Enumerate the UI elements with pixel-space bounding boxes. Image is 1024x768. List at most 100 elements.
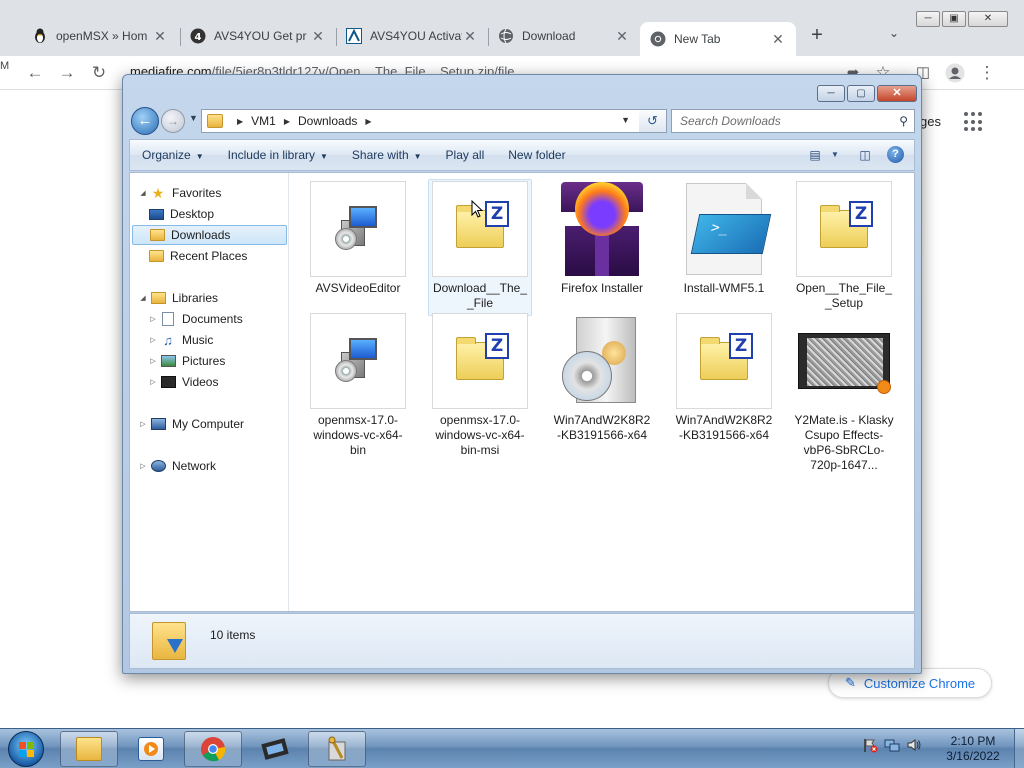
close-tab-icon[interactable]: ✕ <box>310 28 326 45</box>
chevron-down-icon: ▼ <box>195 152 204 161</box>
update-package-icon <box>554 313 650 409</box>
action-center-flag-icon[interactable] <box>862 737 878 753</box>
file-item[interactable]: Firefox Installer <box>552 181 652 296</box>
music-note-icon: ♫ <box>163 332 173 348</box>
search-input[interactable]: Search Downloads ⚲ <box>671 109 915 133</box>
collapsed-triangle-icon: ▷ <box>140 421 146 428</box>
tab-search-button[interactable]: ⌄ <box>884 26 904 46</box>
view-controls: ▤ ▼ ◫ ? <box>807 146 904 163</box>
start-button[interactable] <box>8 731 44 767</box>
nav-recent-places[interactable]: Recent Places <box>148 246 247 266</box>
file-item[interactable]: >_ Install-WMF5.1 <box>674 181 774 296</box>
clock-date: 3/16/2022 <box>946 749 1000 763</box>
show-desktop-button[interactable] <box>1014 729 1024 768</box>
close-tab-icon[interactable]: ✕ <box>614 28 630 45</box>
file-item[interactable]: openmsx-17.0-windows-vc-x64-bin <box>308 313 408 458</box>
new-tab-button[interactable]: + <box>806 24 828 46</box>
taskbar-media-player-button[interactable] <box>122 731 180 767</box>
nav-libraries[interactable]: ◢ Libraries <box>138 288 218 308</box>
explorer-minimize-button[interactable]: ─ <box>817 85 845 102</box>
search-icon[interactable]: ⚲ <box>899 110 908 132</box>
refresh-button[interactable]: ↺ <box>639 109 667 133</box>
file-item[interactable]: Z openmsx-17.0-windows-vc-x64-bin-msi <box>430 313 530 458</box>
avs-logo-icon <box>346 28 362 44</box>
breadcrumb-vm1[interactable]: VM1 <box>251 114 276 128</box>
taskbar-setup-button[interactable] <box>308 731 366 767</box>
explorer-address-bar[interactable]: ▶ VM1 ▶ Downloads ▶ ▼ <box>201 109 667 133</box>
powershell-script-icon: >_ <box>676 181 772 277</box>
tab-avs4you-get[interactable]: 4 AVS4YOU Get pr ✕ <box>180 22 336 50</box>
breadcrumb-downloads[interactable]: Downloads <box>298 114 357 128</box>
tab-title: AVS4YOU Activat <box>370 29 462 43</box>
explorer-close-button[interactable]: ✕ <box>877 85 917 102</box>
nav-desktop[interactable]: Desktop <box>148 204 214 224</box>
forward-arrow-icon[interactable]: → <box>56 62 78 84</box>
ntp-images-link[interactable]: ges <box>920 114 941 129</box>
nav-my-computer[interactable]: ▷ My Computer <box>138 414 244 434</box>
volume-icon[interactable] <box>906 737 922 753</box>
google-apps-icon[interactable] <box>964 112 984 132</box>
breadcrumb-arrow-icon[interactable]: ▶ <box>284 117 290 126</box>
zip-folder-icon: Z <box>796 181 892 277</box>
svg-text:4: 4 <box>195 32 202 43</box>
nav-documents[interactable]: ▷ Documents <box>148 309 243 329</box>
change-view-icon[interactable]: ▤ <box>807 147 823 163</box>
network-status-icon[interactable] <box>884 737 900 753</box>
zip-folder-icon: Z <box>432 313 528 409</box>
tab-download[interactable]: Download ✕ <box>488 22 640 50</box>
menu-kebab-icon[interactable]: ⋮ <box>976 62 998 84</box>
breadcrumb-arrow-icon[interactable]: ▶ <box>237 117 243 126</box>
globe-icon <box>498 28 514 44</box>
view-dropdown-icon[interactable]: ▼ <box>827 147 843 163</box>
share-with-button[interactable]: Share with ▼ <box>340 148 434 162</box>
file-item[interactable]: Z Download__The__File <box>428 179 532 316</box>
nav-downloads[interactable]: Downloads <box>132 225 287 245</box>
nav-videos[interactable]: ▷ Videos <box>148 372 218 392</box>
nav-music[interactable]: ▷ ♫ Music <box>148 330 213 350</box>
taskbar-chrome-button[interactable] <box>184 731 242 767</box>
close-tab-icon[interactable]: ✕ <box>770 31 786 48</box>
tab-openmsx[interactable]: openMSX » Hom ✕ <box>22 22 178 50</box>
system-clock[interactable]: 2:10 PM 3/16/2022 <box>934 734 1012 764</box>
nav-pictures[interactable]: ▷ Pictures <box>148 351 225 371</box>
chrome-close-button[interactable]: ✕ <box>968 11 1008 27</box>
file-list: AVSVideoEditor Z Download__The__File Fir… <box>290 173 914 611</box>
back-button[interactable]: ← <box>131 107 159 135</box>
tab-avs4you-activate[interactable]: AVS4YOU Activat ✕ <box>336 22 488 50</box>
close-tab-icon[interactable]: ✕ <box>152 28 168 45</box>
taskbar-movie-maker-button[interactable] <box>246 731 304 767</box>
back-arrow-icon[interactable]: ← <box>24 62 46 84</box>
breadcrumb-arrow-icon[interactable]: ▶ <box>365 117 371 126</box>
explorer-maximize-button[interactable]: ▢ <box>847 85 875 102</box>
profile-avatar-icon[interactable] <box>944 62 966 84</box>
help-icon[interactable]: ? <box>887 146 904 163</box>
tab-new-tab[interactable]: New Tab ✕ <box>640 22 796 56</box>
media-player-icon <box>138 737 164 761</box>
taskbar-explorer-button[interactable] <box>60 731 118 767</box>
system-tray <box>862 737 922 753</box>
file-item[interactable]: Y2Mate.is - Klasky Csupo Effects-vbP6-Sb… <box>794 313 894 473</box>
explorer-navigation-bar: ← → ▼ ▶ VM1 ▶ Downloads ▶ ▼ ↺ Search Dow… <box>131 107 915 135</box>
forward-button[interactable]: → <box>161 109 185 133</box>
file-item[interactable]: AVSVideoEditor <box>308 181 408 296</box>
chrome-minimize-button[interactable]: ─ <box>916 11 940 27</box>
chrome-maximize-button[interactable]: ▣ <box>942 11 966 27</box>
preview-pane-icon[interactable]: ◫ <box>857 147 873 163</box>
organize-button[interactable]: Organize ▼ <box>130 148 216 162</box>
address-dropdown-icon[interactable]: ▼ <box>621 115 630 125</box>
reload-icon[interactable]: ↻ <box>88 62 110 84</box>
windows-logo-icon <box>19 742 35 758</box>
nav-favorites[interactable]: ◢ ★ Favorites <box>138 183 221 203</box>
nav-network[interactable]: ▷ Network <box>138 456 216 476</box>
new-folder-button[interactable]: New folder <box>496 148 577 162</box>
include-in-library-button[interactable]: Include in library ▼ <box>216 148 340 162</box>
explorer-icon <box>76 737 102 761</box>
play-all-button[interactable]: Play all <box>434 148 497 162</box>
file-item[interactable]: Z Win7AndW2K8R2-KB3191566-x64 <box>674 313 774 443</box>
movie-maker-icon <box>261 738 289 760</box>
recent-pages-chevron-icon[interactable]: ▼ <box>189 113 198 123</box>
documents-icon <box>162 312 174 326</box>
close-tab-icon[interactable]: ✕ <box>462 28 478 45</box>
file-item[interactable]: Win7AndW2K8R2-KB3191566-x64 <box>552 313 652 443</box>
file-item[interactable]: Z Open__The_File__Setup <box>794 181 894 311</box>
